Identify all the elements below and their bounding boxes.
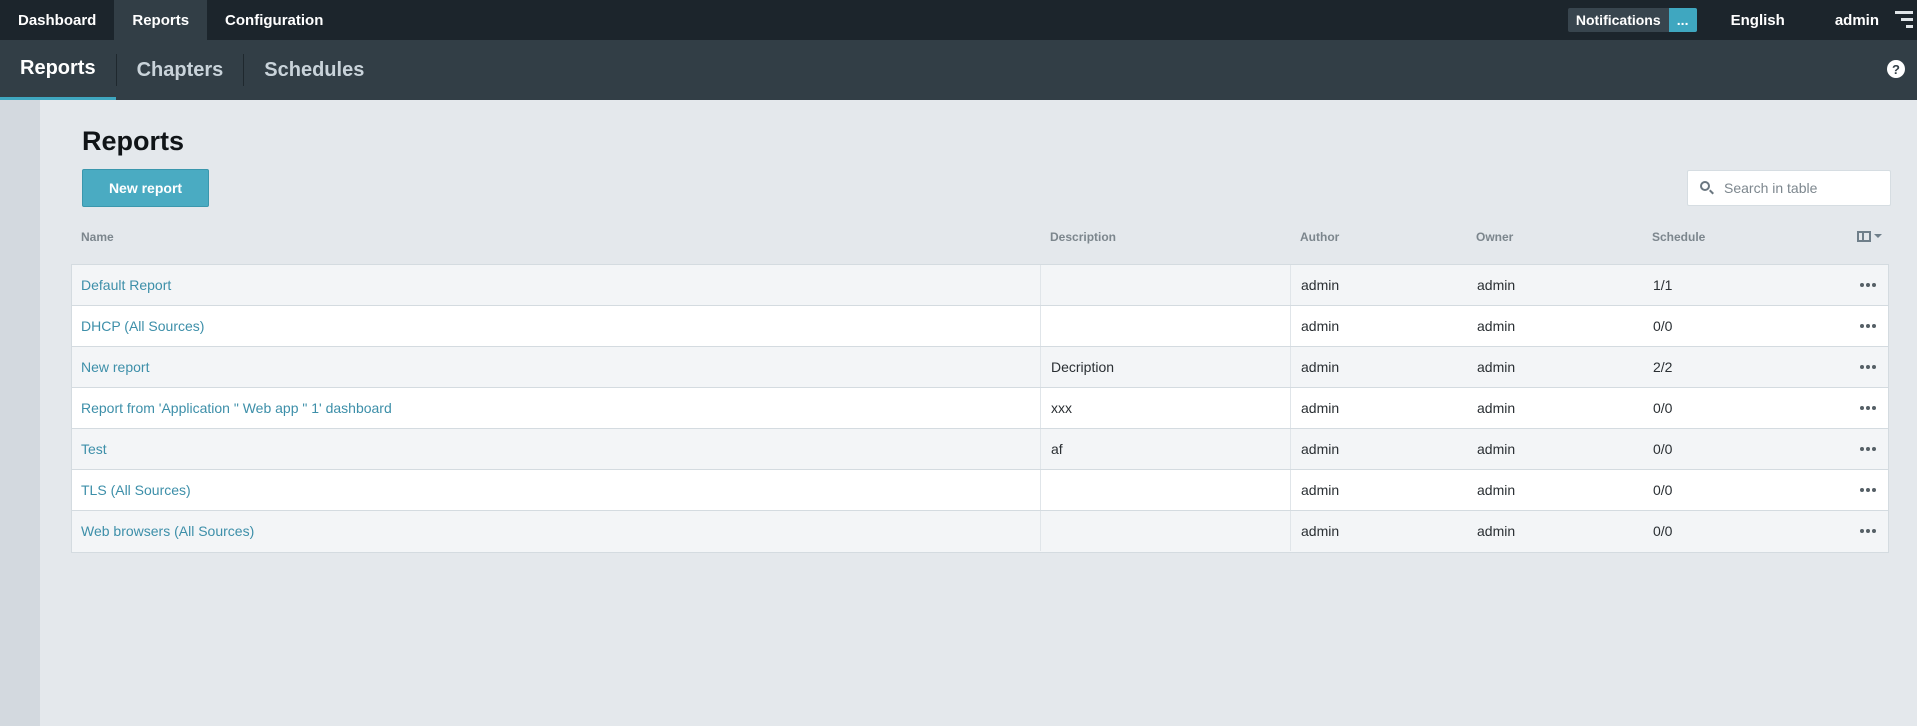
report-description	[1041, 511, 1291, 551]
report-schedule: 0/0	[1653, 441, 1673, 457]
more-actions-icon[interactable]	[1850, 388, 1886, 428]
more-actions-icon[interactable]	[1850, 347, 1886, 387]
more-actions-icon[interactable]	[1850, 470, 1886, 510]
report-schedule: 0/0	[1653, 523, 1673, 539]
report-schedule: 1/1	[1653, 277, 1673, 293]
report-description	[1041, 306, 1291, 346]
topnav-dashboard[interactable]: Dashboard	[0, 0, 114, 40]
more-actions-icon[interactable]	[1850, 429, 1886, 469]
column-header-schedule[interactable]: Schedule	[1652, 230, 1705, 244]
topnav-reports[interactable]: Reports	[114, 0, 208, 40]
report-owner: admin	[1477, 441, 1516, 457]
report-name-link[interactable]: Test	[81, 441, 107, 457]
table-row: DHCP (All Sources) admin admin 0/0	[72, 306, 1888, 347]
report-owner: admin	[1477, 523, 1516, 539]
top-bar: Dashboard Reports Configuration Notifica…	[0, 0, 1917, 40]
report-name-link[interactable]: Web browsers (All Sources)	[81, 523, 254, 539]
reports-table: Default Report admin admin 1/1 DHCP (All…	[71, 264, 1889, 553]
hamburger-menu-icon[interactable]	[1889, 5, 1913, 35]
sub-nav: Reports Chapters Schedules ?	[0, 40, 1917, 100]
report-schedule: 2/2	[1653, 359, 1673, 375]
report-description: Decription	[1041, 347, 1291, 387]
report-author: admin	[1301, 318, 1340, 334]
column-header-author[interactable]: Author	[1300, 230, 1339, 244]
notifications-label: Notifications	[1575, 12, 1661, 28]
report-author: admin	[1301, 277, 1340, 293]
language-selector[interactable]: English	[1731, 12, 1785, 29]
report-name-link[interactable]: DHCP (All Sources)	[81, 318, 204, 334]
help-icon[interactable]: ?	[1887, 60, 1905, 78]
report-owner: admin	[1477, 318, 1516, 334]
report-author: admin	[1301, 400, 1340, 416]
report-schedule: 0/0	[1653, 482, 1673, 498]
search-icon	[1700, 181, 1714, 195]
tab-reports[interactable]: Reports	[0, 40, 116, 100]
table-row: TLS (All Sources) admin admin 0/0	[72, 470, 1888, 511]
table-row: Report from 'Application " Web app " 1' …	[72, 388, 1888, 429]
report-owner: admin	[1477, 400, 1516, 416]
search-box[interactable]	[1687, 170, 1891, 206]
report-author: admin	[1301, 359, 1340, 375]
more-actions-icon[interactable]	[1850, 306, 1886, 346]
report-owner: admin	[1477, 482, 1516, 498]
report-name-link[interactable]: Report from 'Application " Web app " 1' …	[81, 400, 392, 416]
table-row: Web browsers (All Sources) admin admin 0…	[72, 511, 1888, 552]
topbar-right: Notifications ... English admin	[1567, 0, 1917, 40]
report-description: af	[1041, 429, 1291, 469]
report-description: xxx	[1041, 388, 1291, 428]
more-actions-icon[interactable]	[1850, 511, 1886, 551]
table-row: Test af admin admin 0/0	[72, 429, 1888, 470]
column-header-name[interactable]: Name	[81, 230, 114, 244]
more-actions-icon[interactable]	[1850, 265, 1886, 305]
notifications-badge: ...	[1668, 8, 1697, 32]
topnav-configuration[interactable]: Configuration	[207, 0, 341, 40]
tab-schedules[interactable]: Schedules	[244, 40, 384, 100]
tab-chapters[interactable]: Chapters	[117, 40, 244, 100]
search-input[interactable]	[1724, 180, 1884, 196]
report-description	[1041, 265, 1291, 305]
report-author: admin	[1301, 482, 1340, 498]
report-description	[1041, 470, 1291, 510]
new-report-button[interactable]: New report	[82, 169, 209, 207]
table-row: New report Decription admin admin 2/2	[72, 347, 1888, 388]
report-owner: admin	[1477, 277, 1516, 293]
left-rail	[0, 100, 40, 726]
report-schedule: 0/0	[1653, 318, 1673, 334]
table-row: Default Report admin admin 1/1	[72, 265, 1888, 306]
page-title: Reports	[82, 126, 185, 156]
table-header: Name Description Author Owner Schedule	[71, 226, 1889, 250]
user-menu[interactable]: admin	[1835, 12, 1879, 29]
column-settings-icon[interactable]	[1857, 226, 1885, 246]
notifications-button[interactable]: Notifications ...	[1567, 8, 1697, 32]
report-author: admin	[1301, 441, 1340, 457]
column-header-description[interactable]: Description	[1050, 230, 1116, 244]
report-name-link[interactable]: Default Report	[81, 277, 171, 293]
report-owner: admin	[1477, 359, 1516, 375]
column-header-owner[interactable]: Owner	[1476, 230, 1513, 244]
report-schedule: 0/0	[1653, 400, 1673, 416]
report-name-link[interactable]: New report	[81, 359, 149, 375]
report-name-link[interactable]: TLS (All Sources)	[81, 482, 191, 498]
report-author: admin	[1301, 523, 1340, 539]
